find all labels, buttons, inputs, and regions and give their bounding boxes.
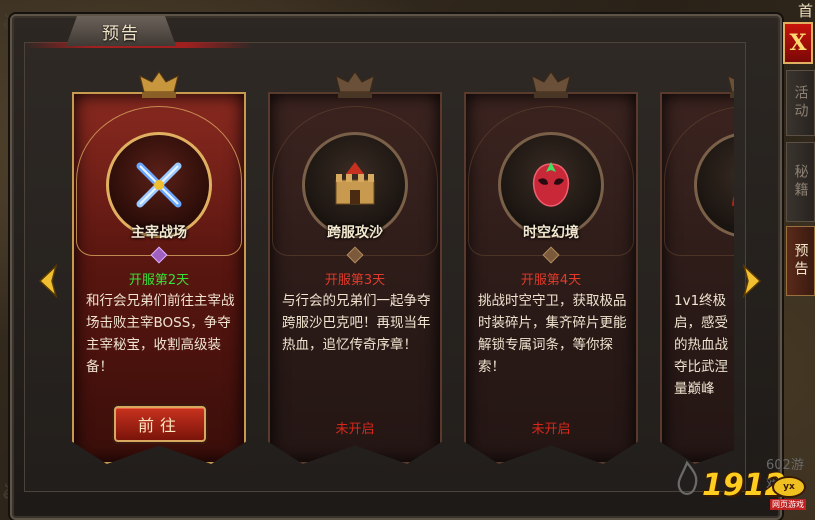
dragon-crest-icon	[335, 71, 375, 98]
go-button[interactable]: 前往	[114, 406, 206, 442]
side-tab-cheats[interactable]: 秘籍	[786, 142, 815, 222]
crossed-swords-icon	[136, 162, 182, 208]
side-tab-activity[interactable]: 活动	[786, 70, 815, 136]
card-status: 未开启	[531, 422, 571, 437]
dragon-crest-icon	[727, 75, 734, 98]
side-tab-preview[interactable]: 预告	[786, 226, 815, 296]
event-card: 跨服攻沙 开服第3天 与行会的兄弟们一起争夺跨服沙巴克吧！再现当年热血，追忆传奇…	[268, 71, 442, 464]
card-title: 跨服攻沙	[327, 225, 383, 241]
card-title: 巅	[700, 222, 734, 242]
card-unlock-day: 开服第3天	[324, 273, 386, 288]
card-description: 1v1终极启，感受的热血战夺比武涅量巅峰	[674, 293, 728, 397]
logo-badge: yx	[772, 476, 806, 498]
warrior-icon	[732, 195, 734, 206]
flame-logo-icon	[677, 460, 698, 495]
castle-icon	[335, 162, 375, 205]
card-status: 未	[700, 418, 734, 437]
scroll-right-button[interactable]	[742, 263, 762, 299]
mask-icon	[532, 162, 570, 207]
card-description: 挑战时空守卫，获取极品时装碎片，集齐碎片更能解锁专属词条，等你探索！	[478, 293, 627, 375]
window-title: 预告	[66, 16, 176, 46]
side-tab-label: 预告	[792, 243, 809, 279]
card-title: 时空幻境	[523, 225, 579, 241]
event-card: 时空幻境 开服第4天 挑战时空守卫，获取极品时装碎片，集齐碎片更能解锁专属词条，…	[464, 71, 638, 464]
card-title: 主宰战场	[131, 225, 187, 241]
event-card: 主宰战场 开服第2天 和行会兄弟们前往主宰战场击败主宰BOSS，争夺主宰秘宝，收…	[72, 71, 246, 464]
scroll-left-button[interactable]	[38, 263, 58, 299]
arrow-left-icon	[38, 263, 58, 299]
card-unlock-day: 开服第4天	[520, 273, 582, 288]
logo-badge-subtitle: 网页游戏	[770, 499, 806, 510]
side-tab-label: 秘籍	[792, 164, 809, 200]
site-logo: 602游戏 1912 yx 网页游戏	[668, 452, 815, 516]
card-description: 与行会的兄弟们一起争夺跨服沙巴克吧！再现当年热血，追忆传奇序章！	[282, 293, 431, 353]
card-description: 和行会兄弟们前往主宰战场击败主宰BOSS，争夺主宰秘宝，收割高级装备！	[86, 293, 235, 375]
card-status: 未开启	[335, 422, 375, 437]
top-right-label: 首	[798, 2, 814, 20]
card-unlock-day: 开服第2天	[128, 273, 190, 288]
event-cards-carousel: 主宰战场 开服第2天 和行会兄弟们前往主宰战场击败主宰BOSS，争夺主宰秘宝，收…	[72, 68, 734, 468]
dragon-crest-icon	[139, 71, 179, 98]
event-card: 巅 开 1v1终极启，感受的热血战夺比武涅量巅峰 未	[660, 75, 734, 464]
card-unlock-day: 开	[700, 269, 734, 288]
close-button[interactable]: X	[783, 22, 813, 64]
arrow-right-icon	[742, 263, 762, 299]
dragon-crest-icon	[531, 71, 571, 98]
side-tab-label: 活动	[792, 85, 809, 121]
